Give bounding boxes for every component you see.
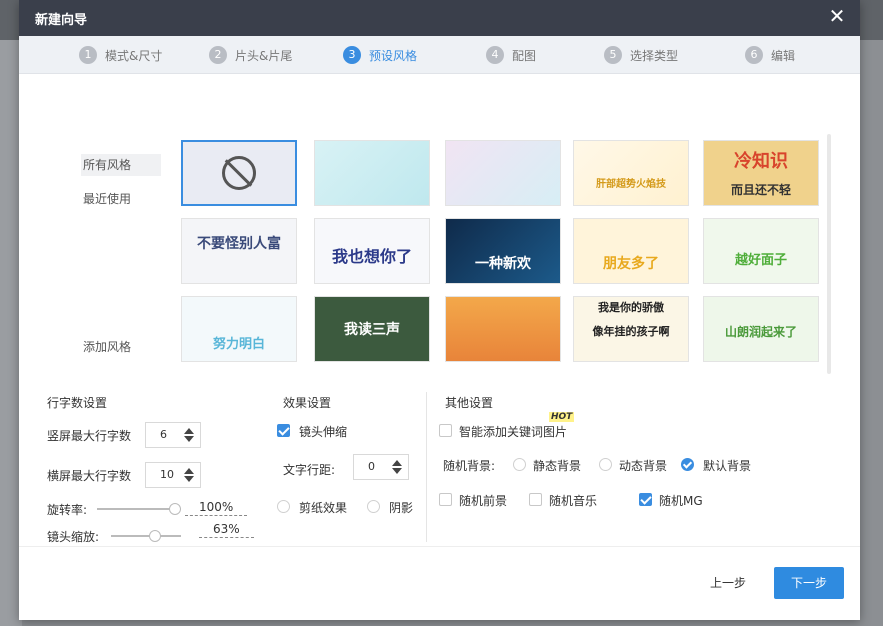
stepper-value: 10 [160, 468, 174, 481]
step-intro-outro[interactable]: 2 片头&片尾 [209, 45, 292, 65]
style-thumb[interactable]: 肝部超势火焰技 [573, 140, 689, 206]
style-thumb[interactable]: 山朗润起来了 [703, 296, 819, 362]
step-number: 3 [343, 46, 361, 64]
stepper-value: 0 [368, 460, 375, 473]
step-number: 2 [209, 46, 227, 64]
dialog-title: 新建向导 [35, 13, 88, 28]
category-all[interactable]: 所有风格 [81, 154, 161, 176]
settings-divider [426, 392, 427, 542]
vertical-max-label: 竖屏最大行字数 [47, 429, 132, 443]
close-icon[interactable]: ✕ [826, 5, 848, 27]
lens-zoom-label: 镜头伸缩 [299, 425, 348, 439]
stepper-down-icon[interactable] [184, 436, 194, 442]
step-images[interactable]: 4 配图 [486, 45, 536, 65]
style-thumb[interactable] [314, 140, 430, 206]
style-thumb[interactable] [445, 296, 561, 362]
other-settings-title: 其他设置 [445, 396, 494, 410]
step-edit[interactable]: 6 编辑 [745, 45, 795, 65]
stepper-up-icon[interactable] [392, 460, 402, 466]
smart-keyword-checkbox[interactable] [439, 424, 452, 437]
slider-handle[interactable] [169, 503, 181, 515]
shadow-radio[interactable] [367, 500, 380, 513]
dynamic-bg-label: 动态背景 [619, 459, 668, 473]
stepper-value: 6 [160, 428, 167, 441]
slider-handle[interactable] [149, 530, 161, 542]
style-grid-scrollbar[interactable] [827, 134, 831, 374]
random-fg-checkbox[interactable] [439, 493, 452, 506]
next-button[interactable]: 下一步 [774, 567, 844, 599]
dialog-footer: 上一步 下一步 [19, 546, 860, 620]
style-thumb[interactable]: 朋友多了 [573, 218, 689, 284]
random-bg-label: 随机背景: [443, 459, 496, 473]
random-fg-label: 随机前景 [459, 494, 508, 508]
style-thumb[interactable]: 我读三声 [314, 296, 430, 362]
zoom-slider[interactable] [111, 530, 181, 542]
static-bg-label: 静态背景 [533, 459, 582, 473]
random-music-label: 随机音乐 [549, 494, 598, 508]
step-label: 模式&尺寸 [105, 48, 163, 63]
rotation-value: 100% [185, 500, 248, 516]
stepper-up-icon[interactable] [184, 468, 194, 474]
step-label: 预设风格 [369, 48, 418, 63]
step-label: 选择类型 [630, 48, 679, 63]
dynamic-bg-radio[interactable] [599, 458, 612, 471]
default-bg-label: 默认背景 [703, 459, 752, 473]
style-thumb[interactable]: 一种新欢 [445, 218, 561, 284]
wizard-steps: 1 模式&尺寸 2 片头&片尾 3 预设风格 4 配图 5 选择类型 6 编辑 [19, 36, 860, 74]
line-spacing-label: 文字行距: [283, 463, 336, 477]
step-number: 1 [79, 46, 97, 64]
horizontal-max-stepper[interactable]: 10 [145, 462, 201, 488]
line-spacing-stepper[interactable]: 0 [353, 454, 409, 480]
stepper-down-icon[interactable] [184, 476, 194, 482]
style-thumb[interactable]: 越好面子 [703, 218, 819, 284]
dialog-titlebar: 新建向导 ✕ [19, 0, 860, 36]
style-picker: 所有风格 最近使用 添加风格 肝部超势火焰技 冷知识 而且还不轻 不要怪别人富 … [43, 130, 835, 384]
style-thumb[interactable]: 我也想你了 [314, 218, 430, 284]
step-number: 5 [604, 46, 622, 64]
style-thumb-none[interactable] [181, 140, 297, 206]
step-select-type[interactable]: 5 选择类型 [604, 45, 678, 65]
settings-panel: 行字数设置 竖屏最大行字数 6 横屏最大行字数 10 旋转率: 100% 镜头缩… [19, 384, 860, 546]
effects-settings-title: 效果设置 [283, 396, 332, 410]
vertical-max-stepper[interactable]: 6 [145, 422, 201, 448]
step-label: 配图 [512, 48, 537, 63]
step-label: 编辑 [771, 48, 796, 63]
prev-button[interactable]: 上一步 [693, 567, 763, 599]
step-number: 4 [486, 46, 504, 64]
smart-keyword-label: 智能添加关键词图片 [459, 425, 568, 439]
rotation-label: 旋转率: [47, 503, 88, 517]
rotation-slider[interactable] [97, 503, 181, 515]
step-preset-style[interactable]: 3 预设风格 [343, 45, 417, 65]
style-thumb[interactable]: 努力明白 [181, 296, 297, 362]
horizontal-max-label: 横屏最大行字数 [47, 469, 132, 483]
step-number: 6 [745, 46, 763, 64]
style-thumb[interactable]: 不要怪别人富 [181, 218, 297, 284]
category-add[interactable]: 添加风格 [81, 336, 161, 358]
zoom-label: 镜头缩放: [47, 530, 100, 544]
hot-badge: HOT [549, 412, 575, 422]
shadow-label: 阴影 [389, 501, 414, 515]
new-wizard-dialog: 新建向导 ✕ 1 模式&尺寸 2 片头&片尾 3 预设风格 4 配图 5 选择类… [19, 0, 860, 620]
default-bg-radio[interactable] [681, 458, 694, 471]
random-mg-label: 随机MG [659, 494, 703, 508]
random-music-checkbox[interactable] [529, 493, 542, 506]
paper-cut-label: 剪纸效果 [299, 501, 348, 515]
no-style-icon [222, 156, 256, 190]
stepper-up-icon[interactable] [184, 428, 194, 434]
stepper-down-icon[interactable] [392, 468, 402, 474]
style-thumb[interactable]: 冷知识 而且还不轻 [703, 140, 819, 206]
style-thumb[interactable] [445, 140, 561, 206]
zoom-value: 63% [199, 522, 254, 538]
step-label: 片头&片尾 [235, 48, 293, 63]
random-mg-checkbox[interactable] [639, 493, 652, 506]
static-bg-radio[interactable] [513, 458, 526, 471]
category-recent[interactable]: 最近使用 [81, 188, 161, 210]
step-mode-size[interactable]: 1 模式&尺寸 [79, 45, 162, 65]
style-thumb[interactable]: 我是你的骄傲 像年挂的孩子啊 [573, 296, 689, 362]
lens-zoom-checkbox[interactable] [277, 424, 290, 437]
lines-settings-title: 行字数设置 [47, 396, 108, 410]
paper-cut-radio[interactable] [277, 500, 290, 513]
